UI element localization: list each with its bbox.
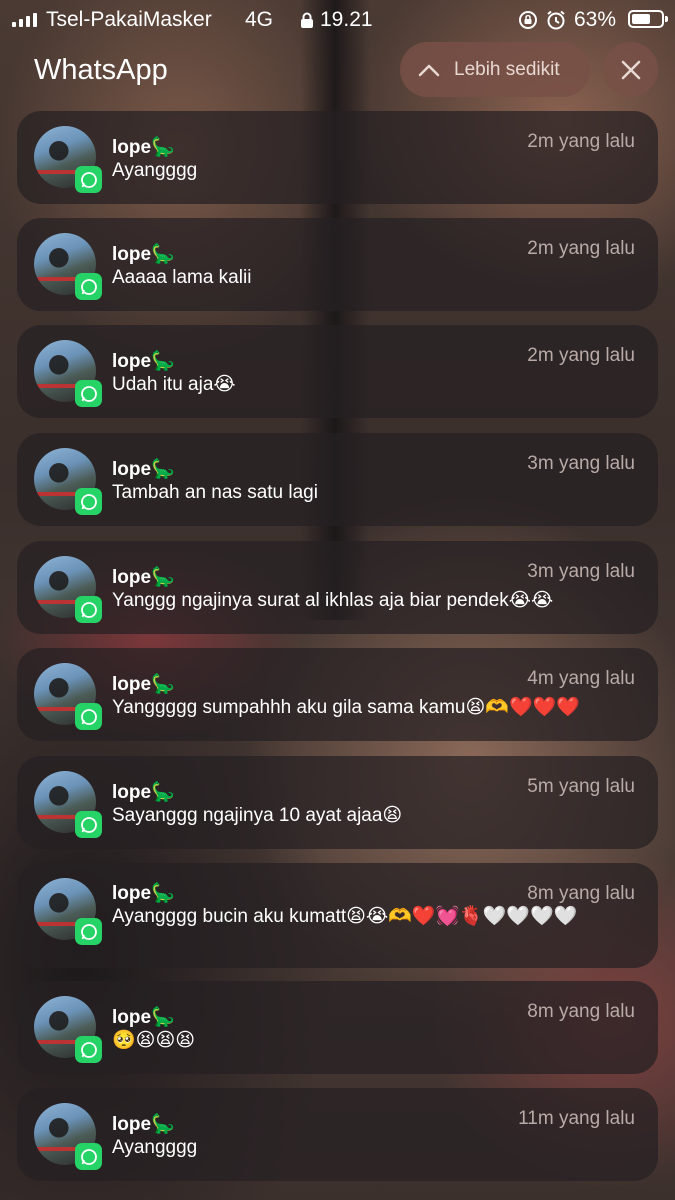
notification-card[interactable]: lope🦕 Sayanggg ngajinya 10 ayat ajaa😫 5m… (17, 756, 658, 849)
whatsapp-icon (75, 703, 102, 730)
sender-name: lope🦕 (112, 883, 175, 904)
chevron-up-icon (418, 64, 440, 76)
whatsapp-icon (75, 596, 102, 623)
message-text: Ayangggg (112, 1137, 198, 1158)
sender-name: lope🦕 (112, 137, 175, 158)
whatsapp-icon (75, 1036, 102, 1063)
whatsapp-icon (75, 380, 102, 407)
whatsapp-icon (75, 488, 102, 515)
close-button[interactable] (603, 42, 658, 97)
message-text: Udah itu aja😭 (112, 374, 236, 395)
message-text: Tambah an nas satu lagi (112, 482, 318, 503)
clock: 19.21 (320, 8, 373, 31)
battery-percentage: 63% (574, 8, 617, 31)
timestamp: 4m yang lalu (527, 668, 635, 689)
sender-name: lope🦕 (112, 244, 175, 265)
timestamp: 8m yang lalu (527, 883, 635, 904)
message-text: Yanggggg sumpahhh aku gila sama kamu😫🫶❤️… (112, 697, 580, 718)
notification-card[interactable]: lope🦕 Ayangggg 2m yang lalu (17, 111, 658, 204)
timestamp: 3m yang lalu (527, 453, 635, 474)
battery-icon (628, 10, 668, 28)
timestamp: 2m yang lalu (527, 238, 635, 259)
notification-card[interactable]: lope🦕 🥺😫😫😫 8m yang lalu (17, 981, 658, 1074)
message-text: 🥺😫😫😫 (112, 1030, 196, 1051)
timestamp: 2m yang lalu (527, 345, 635, 366)
alarm-icon (547, 10, 565, 30)
lock-icon (301, 12, 313, 28)
whatsapp-icon (75, 273, 102, 300)
sender-name: lope🦕 (112, 351, 175, 372)
sender-name: lope🦕 (112, 674, 175, 695)
sender-name: lope🦕 (112, 1114, 175, 1135)
notification-card[interactable]: lope🦕 Yanggggg sumpahhh aku gila sama ka… (17, 648, 658, 741)
rotation-lock-icon (519, 11, 537, 29)
status-bar: Tsel-PakaiMasker 4G 19.21 63% (0, 0, 675, 40)
close-icon (621, 60, 640, 79)
sender-name: lope🦕 (112, 782, 175, 803)
message-text: Aaaaa lama kalii (112, 267, 252, 288)
carrier-name: Tsel-PakaiMasker (46, 8, 212, 31)
notification-card[interactable]: lope🦕 Ayangggg bucin aku kumatt😫😭🫶❤️💓🫀🤍🤍… (17, 863, 658, 968)
show-less-button[interactable]: Lebih sedikit (400, 42, 590, 97)
message-text: Ayangggg (112, 160, 198, 181)
app-title: WhatsApp (34, 54, 168, 86)
whatsapp-icon (75, 1143, 102, 1170)
whatsapp-icon (75, 811, 102, 838)
notification-card[interactable]: lope🦕 Yanggg ngajinya surat al ikhlas aj… (17, 541, 658, 634)
message-text: Ayangggg bucin aku kumatt😫😭🫶❤️💓🫀🤍🤍🤍🤍 (112, 906, 578, 927)
notification-card[interactable]: lope🦕 Udah itu aja😭 2m yang lalu (17, 325, 658, 418)
timestamp: 2m yang lalu (527, 131, 635, 152)
whatsapp-icon (75, 166, 102, 193)
message-text: Yanggg ngajinya surat al ikhlas aja biar… (112, 590, 554, 611)
whatsapp-icon (75, 918, 102, 945)
sender-name: lope🦕 (112, 1007, 175, 1028)
notification-card[interactable]: lope🦕 Aaaaa lama kalii 2m yang lalu (17, 218, 658, 311)
show-less-label: Lebih sedikit (454, 58, 560, 80)
timestamp: 8m yang lalu (527, 1001, 635, 1022)
notification-card[interactable]: lope🦕 Ayangggg 11m yang lalu (17, 1088, 658, 1181)
timestamp: 11m yang lalu (518, 1108, 635, 1129)
timestamp: 3m yang lalu (527, 561, 635, 582)
signal-icon (12, 13, 37, 27)
sender-name: lope🦕 (112, 567, 175, 588)
timestamp: 5m yang lalu (527, 776, 635, 797)
message-text: Sayanggg ngajinya 10 ayat ajaa😫 (112, 805, 403, 826)
sender-name: lope🦕 (112, 459, 175, 480)
notification-card[interactable]: lope🦕 Tambah an nas satu lagi 3m yang la… (17, 433, 658, 526)
network-type: 4G (245, 8, 274, 31)
